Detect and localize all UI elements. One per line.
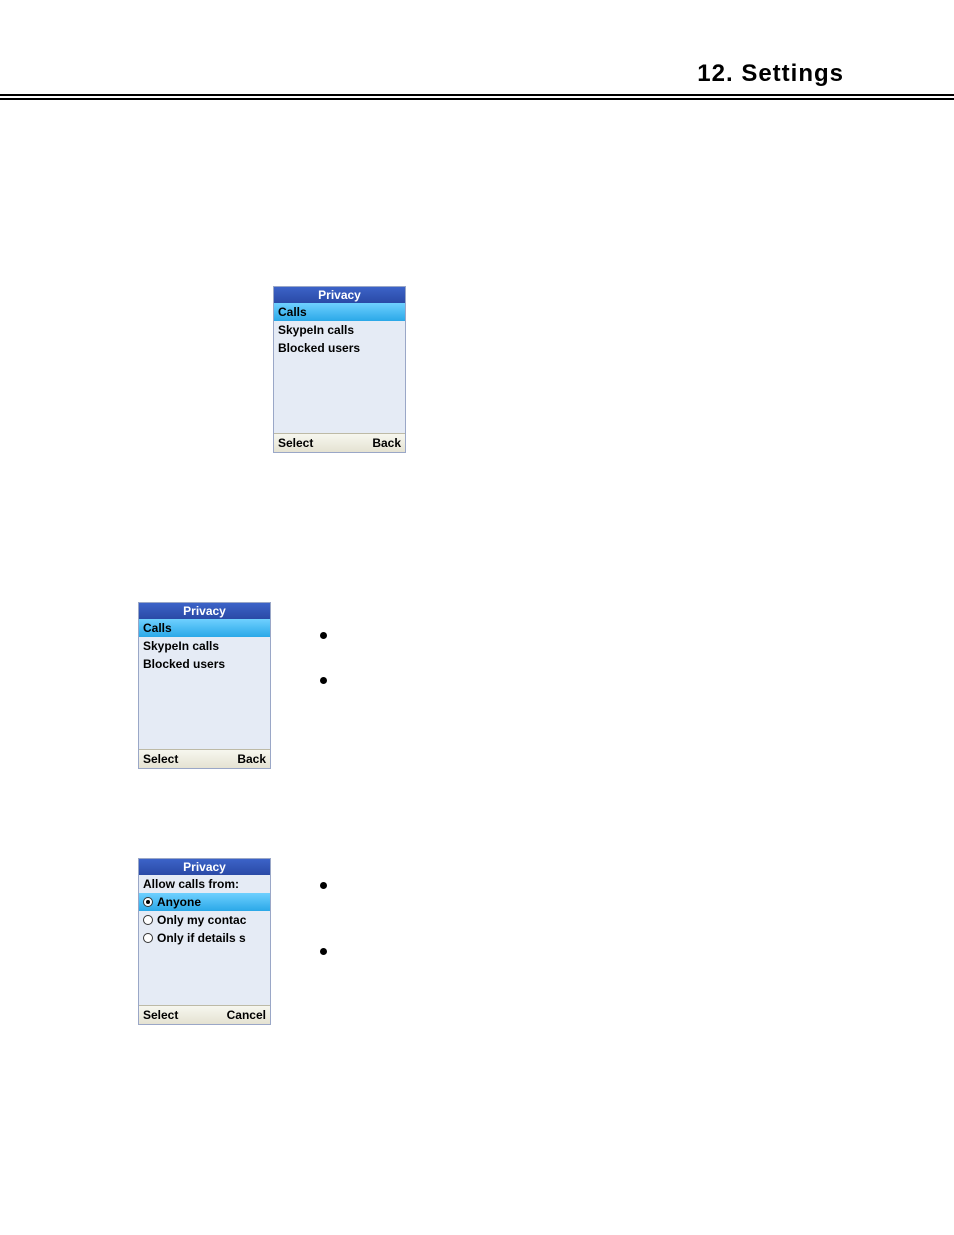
privacy-screen-2: Privacy Calls SkypeIn calls Blocked user… <box>138 602 271 769</box>
privacy-screen-1: Privacy Calls SkypeIn calls Blocked user… <box>273 286 406 453</box>
allow-calls-label: Allow calls from: <box>139 875 270 893</box>
softkey-bar: Select Back <box>139 749 270 768</box>
bullet-icon <box>320 948 327 955</box>
radio-icon <box>143 897 153 907</box>
menu-item-skypein[interactable]: SkypeIn calls <box>139 637 270 655</box>
screen-title: Privacy <box>139 859 270 875</box>
option-anyone[interactable]: Anyone <box>139 893 270 911</box>
menu-item-calls[interactable]: Calls <box>139 619 270 637</box>
menu-item-blocked[interactable]: Blocked users <box>139 655 270 673</box>
header-rule <box>0 94 954 100</box>
screen-body: Calls SkypeIn calls Blocked users <box>139 619 270 749</box>
screen-body: Calls SkypeIn calls Blocked users <box>274 303 405 433</box>
allow-calls-screen: Privacy Allow calls from: Anyone Only my… <box>138 858 271 1025</box>
screen-title: Privacy <box>139 603 270 619</box>
option-only-contacts[interactable]: Only my contac <box>139 911 270 929</box>
radio-icon <box>143 915 153 925</box>
option-label: Anyone <box>157 895 201 909</box>
menu-item-skypein[interactable]: SkypeIn calls <box>274 321 405 339</box>
option-label: Only if details s <box>157 931 246 945</box>
bullet-icon <box>320 882 327 889</box>
softkey-bar: Select Back <box>274 433 405 452</box>
softkey-back[interactable]: Back <box>237 752 266 766</box>
bullet-icon <box>320 677 327 684</box>
screen-body: Allow calls from: Anyone Only my contac … <box>139 875 270 1005</box>
option-label: Only my contac <box>157 913 246 927</box>
menu-item-blocked[interactable]: Blocked users <box>274 339 405 357</box>
option-only-details[interactable]: Only if details s <box>139 929 270 947</box>
radio-icon <box>143 933 153 943</box>
bullet-icon <box>320 632 327 639</box>
softkey-bar: Select Cancel <box>139 1005 270 1024</box>
softkey-back[interactable]: Back <box>372 436 401 450</box>
softkey-select[interactable]: Select <box>278 436 313 450</box>
screen-title: Privacy <box>274 287 405 303</box>
softkey-select[interactable]: Select <box>143 1008 178 1022</box>
softkey-select[interactable]: Select <box>143 752 178 766</box>
page-title: 12. Settings <box>697 60 844 88</box>
menu-item-calls[interactable]: Calls <box>274 303 405 321</box>
softkey-cancel[interactable]: Cancel <box>227 1008 266 1022</box>
